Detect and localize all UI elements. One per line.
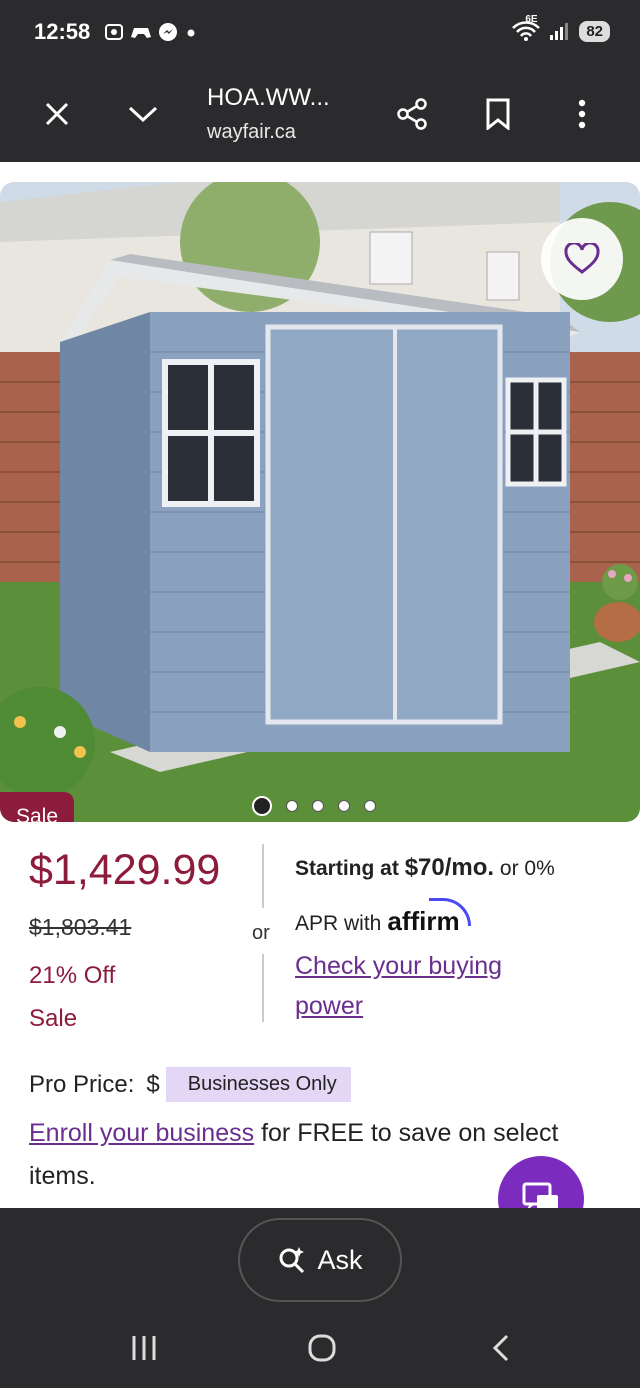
network-type: 6E bbox=[525, 14, 538, 25]
signal-icon bbox=[550, 23, 569, 40]
heart-icon bbox=[564, 243, 600, 274]
carousel-dots[interactable] bbox=[252, 796, 376, 816]
financing-amount: $70/mo. bbox=[404, 854, 495, 881]
back-icon bbox=[492, 1334, 509, 1362]
financing-suffix: or 0% bbox=[499, 857, 555, 880]
shed-illustration bbox=[0, 182, 640, 822]
product-image[interactable]: Sale bbox=[0, 182, 640, 822]
share-icon[interactable] bbox=[390, 92, 434, 136]
carousel-dot[interactable] bbox=[364, 800, 376, 812]
chat-icon bbox=[522, 1182, 558, 1208]
battery-indicator: 82 bbox=[579, 20, 610, 42]
status-time: 12:58 bbox=[34, 19, 91, 44]
page-title[interactable]: HOA.WW... bbox=[207, 84, 330, 112]
sale-badge: Sale bbox=[0, 792, 74, 822]
messenger-icon bbox=[159, 23, 177, 41]
affirm-arc-icon bbox=[429, 898, 472, 926]
financing-line: Starting at $70/mo. or 0% bbox=[295, 854, 555, 882]
carousel-dot[interactable] bbox=[338, 800, 350, 812]
financing-apr-line: APR with affirm bbox=[295, 898, 472, 937]
check-buying-power-link[interactable]: Check your buying power bbox=[295, 946, 575, 1026]
bottom-bar: Ask bbox=[0, 1208, 640, 1388]
sale-text: Sale bbox=[29, 1005, 78, 1032]
wifi-icon: 6E bbox=[511, 14, 541, 42]
ask-label: Ask bbox=[317, 1244, 363, 1275]
pro-price-label: Pro Price: bbox=[29, 1070, 135, 1098]
enroll-business-link[interactable]: Enroll your business bbox=[29, 1119, 254, 1147]
product-page: Sale $1,429.99 $1,803.41 21% Off Sale or… bbox=[0, 162, 640, 1208]
bookmark-icon[interactable] bbox=[476, 92, 520, 136]
businesses-only-badge: Businesses Only bbox=[165, 1067, 351, 1102]
discount-label: 21% Off bbox=[29, 962, 116, 989]
carousel-dot[interactable] bbox=[312, 800, 324, 812]
page-url[interactable]: wayfair.ca bbox=[207, 121, 296, 144]
screen-record-icon bbox=[105, 24, 123, 40]
status-right: 6E 82 bbox=[511, 14, 610, 42]
pro-price-line: Pro Price: $ Businesses Only bbox=[29, 1067, 351, 1102]
affirm-logo: affirm bbox=[387, 898, 472, 937]
or-separator: or bbox=[252, 922, 270, 944]
recent-apps-button[interactable] bbox=[114, 1326, 174, 1370]
pro-price-currency: $ bbox=[146, 1070, 160, 1098]
status-notification-icons bbox=[104, 22, 198, 42]
home-button[interactable] bbox=[292, 1326, 352, 1370]
browser-toolbar: HOA.WW... wayfair.ca bbox=[0, 64, 640, 162]
recent-apps-icon bbox=[132, 1336, 156, 1360]
carousel-dot[interactable] bbox=[286, 800, 298, 812]
original-price: $1,803.41 bbox=[29, 914, 132, 940]
divider bbox=[262, 844, 264, 908]
divider bbox=[262, 954, 264, 1022]
financing-apr: APR with bbox=[295, 912, 382, 935]
sale-price: $1,429.99 bbox=[29, 846, 221, 894]
game-icon bbox=[131, 28, 151, 38]
more-icon[interactable] bbox=[560, 92, 604, 136]
favorite-button[interactable] bbox=[541, 218, 623, 300]
ask-button[interactable]: Ask bbox=[238, 1218, 402, 1302]
ai-search-icon bbox=[279, 1247, 305, 1274]
status-bar: 12:58 6E 82 bbox=[0, 0, 640, 64]
financing-prefix: Starting at bbox=[295, 857, 399, 880]
home-icon bbox=[308, 1334, 336, 1362]
close-icon[interactable] bbox=[35, 92, 79, 136]
dot-icon bbox=[187, 29, 195, 37]
back-button[interactable] bbox=[472, 1326, 532, 1370]
carousel-dot[interactable] bbox=[252, 796, 272, 816]
chevron-down-icon[interactable] bbox=[121, 92, 165, 136]
